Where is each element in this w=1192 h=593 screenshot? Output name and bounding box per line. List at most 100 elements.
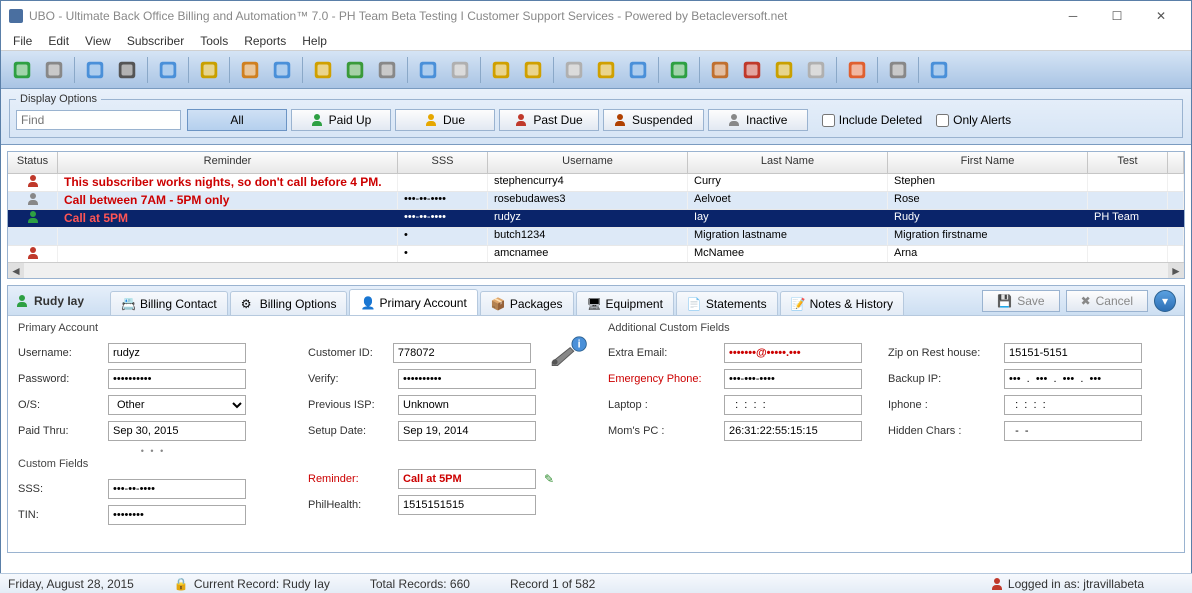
col-status[interactable]: Status	[8, 152, 58, 173]
toolbar-lifebuoy-icon[interactable]	[842, 55, 872, 85]
menu-view[interactable]: View	[77, 32, 119, 50]
verify-input[interactable]	[398, 369, 536, 389]
laptop-input[interactable]	[724, 395, 862, 415]
menu-subscriber[interactable]: Subscriber	[119, 32, 192, 50]
setupdate-input[interactable]	[398, 421, 536, 441]
toolbar-globe-icon[interactable]	[340, 55, 370, 85]
toolbar-user-card-icon[interactable]	[267, 55, 297, 85]
toolbar-mail-in-icon[interactable]	[80, 55, 110, 85]
table-row[interactable]: •butch1234Migration lastnameMigration fi…	[8, 228, 1184, 246]
toolbar-note-icon[interactable]	[308, 55, 338, 85]
cell-firstname: Arna	[888, 246, 1088, 263]
toolbar-copy-icon[interactable]	[559, 55, 589, 85]
toolbar-envelope-icon[interactable]	[445, 55, 475, 85]
toolbar-wifi-icon[interactable]	[372, 55, 402, 85]
reminder-input[interactable]	[398, 469, 536, 489]
tab-packages[interactable]: 📦Packages	[480, 291, 574, 315]
find-input[interactable]	[16, 110, 181, 130]
tab-billing-options[interactable]: ⚙Billing Options	[230, 291, 348, 315]
collapse-dots[interactable]: • • •	[18, 446, 288, 456]
col-lastname[interactable]: Last Name	[688, 152, 888, 173]
filter-suspended[interactable]: Suspended	[603, 109, 704, 131]
tab-icon: 🖥	[587, 297, 601, 311]
col-username[interactable]: Username	[488, 152, 688, 173]
toolbar-report-icon[interactable]	[801, 55, 831, 85]
col-test[interactable]: Test	[1088, 152, 1168, 173]
filter-inactive[interactable]: Inactive	[708, 109, 808, 131]
col-sss[interactable]: SSS	[398, 152, 488, 173]
toolbar-user-del-icon[interactable]	[883, 55, 913, 85]
zip-input[interactable]	[1004, 343, 1142, 363]
toolbar-chart-icon[interactable]	[623, 55, 653, 85]
mompc-input[interactable]	[724, 421, 862, 441]
menu-edit[interactable]: Edit	[40, 32, 77, 50]
toolbar-help-icon[interactable]	[924, 55, 954, 85]
toolbar-mail-out-icon[interactable]	[413, 55, 443, 85]
col-firstname[interactable]: First Name	[888, 152, 1088, 173]
tab-statements[interactable]: 📄Statements	[676, 291, 778, 315]
menu-reports[interactable]: Reports	[236, 32, 294, 50]
hiddenchars-input[interactable]	[1004, 421, 1142, 441]
toolbar-separator	[229, 57, 230, 83]
toolbar-box-icon[interactable]	[705, 55, 735, 85]
backupip-input[interactable]	[1004, 369, 1142, 389]
toolbar-gear-icon[interactable]	[39, 55, 69, 85]
customerid-input[interactable]	[393, 343, 531, 363]
menu-file[interactable]: File	[5, 32, 40, 50]
minimize-button[interactable]: ─	[1051, 2, 1095, 30]
password-input[interactable]	[108, 369, 246, 389]
filter-due[interactable]: Due	[395, 109, 495, 131]
tab-primary-account[interactable]: 👤Primary Account	[349, 289, 477, 315]
toolbar-clock-icon[interactable]	[153, 55, 183, 85]
filter-paid-up[interactable]: Paid Up	[291, 109, 391, 131]
cell-test: PH Team	[1088, 210, 1168, 227]
col-reminder[interactable]: Reminder	[58, 152, 398, 173]
detail-header: Rudy Iay 📇Billing Contact⚙Billing Option…	[8, 286, 1184, 316]
edit-reminder-icon[interactable]: ✎	[544, 472, 554, 486]
table-row[interactable]: This subscriber works nights, so don't c…	[8, 174, 1184, 192]
include-deleted-checkbox[interactable]: Include Deleted	[822, 113, 922, 127]
tab-equipment[interactable]: 🖥Equipment	[576, 291, 674, 315]
toolbar-sheet-icon[interactable]	[591, 55, 621, 85]
cancel-button[interactable]: ✖ Cancel	[1066, 290, 1148, 312]
toolbar-funnel-icon[interactable]	[112, 55, 142, 85]
toolbar-add-user-icon[interactable]	[7, 55, 37, 85]
extraemail-input[interactable]	[724, 343, 862, 363]
toolbar-trash-icon[interactable]	[769, 55, 799, 85]
toolbar-contact-icon[interactable]	[235, 55, 265, 85]
filter-past-due[interactable]: Past Due	[499, 109, 599, 131]
sss-input[interactable]	[108, 479, 246, 499]
emergphone-input[interactable]	[724, 369, 862, 389]
toolbar-doc-add-icon[interactable]	[518, 55, 548, 85]
save-button[interactable]: 💾 Save	[982, 290, 1059, 312]
iphone-input[interactable]	[1004, 395, 1142, 415]
table-row[interactable]: Call between 7AM - 5PM only•••-••-••••ro…	[8, 192, 1184, 210]
toolbar-separator	[836, 57, 837, 83]
os-select[interactable]: Other	[108, 395, 246, 415]
toolbar-note-add-icon[interactable]	[486, 55, 516, 85]
only-alerts-checkbox[interactable]: Only Alerts	[936, 113, 1011, 127]
close-button[interactable]: ✕	[1139, 2, 1183, 30]
status-icon	[728, 114, 740, 126]
grid-hscroll[interactable]: ◄►	[8, 262, 1184, 278]
filter-all[interactable]: All	[187, 109, 287, 131]
menu-tools[interactable]: Tools	[192, 32, 236, 50]
tin-input[interactable]	[108, 505, 246, 525]
grid-body[interactable]: This subscriber works nights, so don't c…	[8, 174, 1184, 264]
menu-help[interactable]: Help	[294, 32, 335, 50]
toolbar-tech-icon[interactable]	[664, 55, 694, 85]
philhealth-input[interactable]	[398, 495, 536, 515]
username-input[interactable]	[108, 343, 246, 363]
status-logged-in: Logged in as: jtravillabeta	[991, 577, 1144, 591]
tab-billing-contact[interactable]: 📇Billing Contact	[110, 291, 228, 315]
toolbar-shield-icon[interactable]	[194, 55, 224, 85]
expand-down-button[interactable]: ▾	[1154, 290, 1176, 312]
toolbar-spam-icon[interactable]	[737, 55, 767, 85]
table-row[interactable]: Call at 5PM•••-••-••••rudyzIayRudyPH Tea…	[8, 210, 1184, 228]
maximize-button[interactable]: ☐	[1095, 2, 1139, 30]
previsp-input[interactable]	[398, 395, 536, 415]
tab-notes-history[interactable]: 📝Notes & History	[780, 291, 904, 315]
paidthru-input[interactable]	[108, 421, 246, 441]
titlebar: UBO - Ultimate Back Office Billing and A…	[1, 1, 1191, 31]
tab-label: Billing Options	[260, 297, 337, 311]
